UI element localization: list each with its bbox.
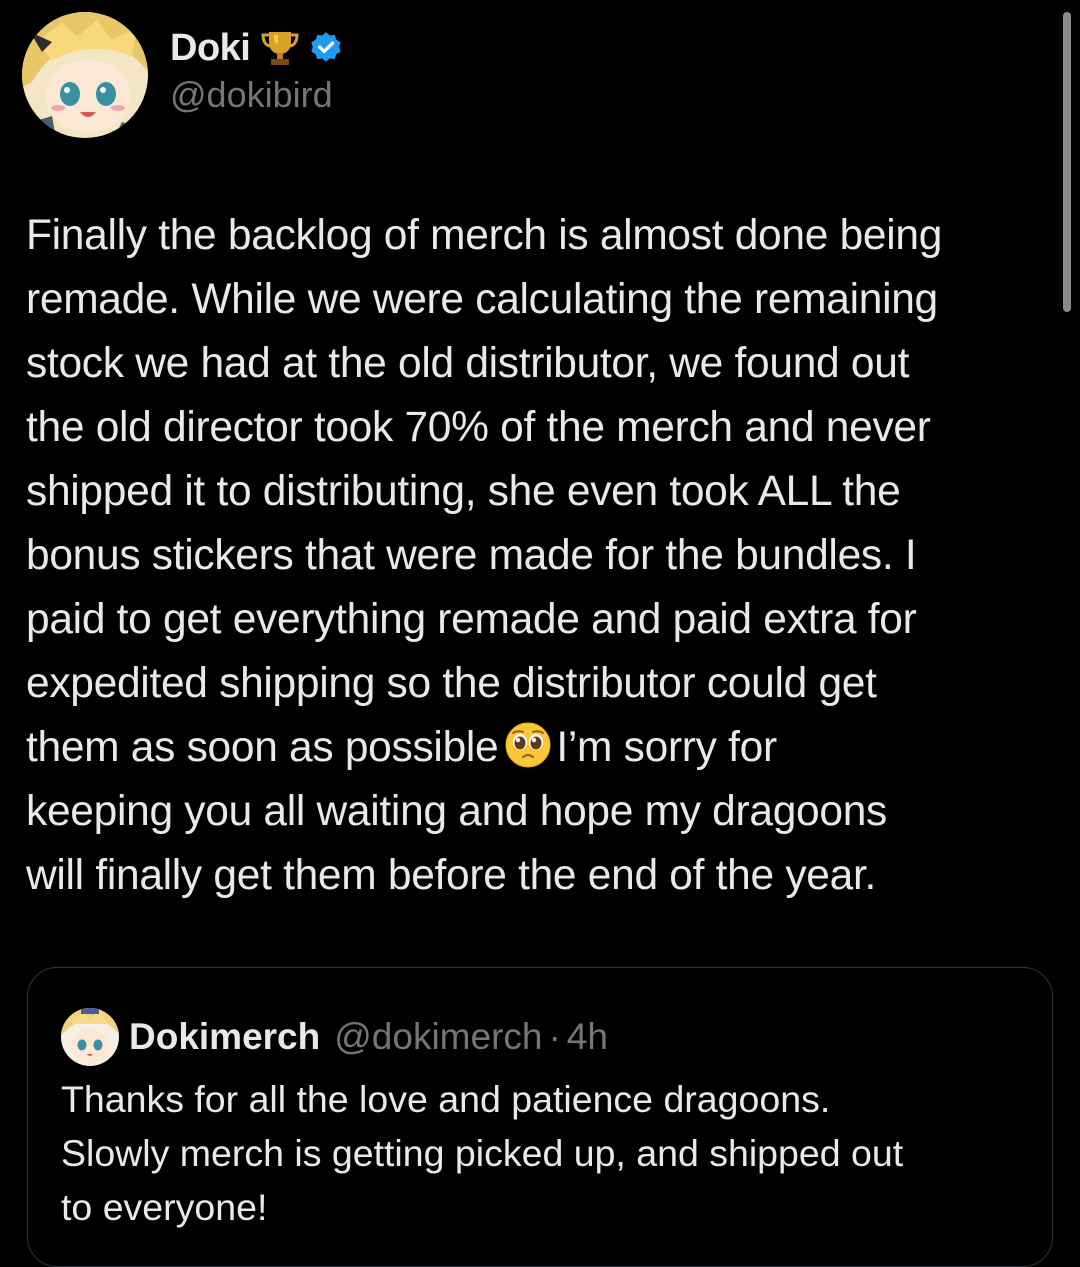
- scrollbar-thumb[interactable]: [1063, 12, 1071, 312]
- tweet-line: bonus stickers that were made for the bu…: [26, 532, 917, 579]
- tweet-text: Finally the backlog of merch is almost d…: [26, 204, 1066, 908]
- quote-author-avatar[interactable]: [61, 1008, 119, 1066]
- tweet-line-segment: them as soon as possible: [26, 724, 499, 771]
- quote-line: Slowly merch is getting picked up, and s…: [61, 1132, 904, 1174]
- quote-line: to everyone!: [61, 1186, 268, 1228]
- quote-timestamp[interactable]: 4h: [567, 1016, 608, 1058]
- tweet: Doki @dokibird Finally the backlog of me…: [0, 0, 1080, 1267]
- tweet-line: remade. While we were calculating the re…: [26, 276, 938, 323]
- tweet-line: expedited shipping so the distributor co…: [26, 660, 877, 707]
- name-row: Doki: [170, 26, 344, 70]
- quote-author-display-name[interactable]: Dokimerch: [129, 1016, 320, 1058]
- author-names: Doki @dokibird: [170, 26, 344, 116]
- tweet-line-with-emoji: them as soon as possible I’m sorry for: [26, 716, 1066, 780]
- author-display-name[interactable]: Doki: [170, 27, 251, 70]
- tweet-line: the old director took 70% of the merch a…: [26, 404, 931, 451]
- quote-tweet-card[interactable]: Dokimerch @dokimerch · 4h Thanks for all…: [27, 967, 1053, 1267]
- tweet-line: will finally get them before the end of …: [26, 852, 876, 899]
- trophy-icon: [260, 28, 300, 68]
- quote-header: Dokimerch @dokimerch · 4h: [61, 1008, 608, 1066]
- tweet-line: keeping you all waiting and hope my drag…: [26, 788, 887, 835]
- tweet-header: Doki @dokibird: [22, 12, 344, 138]
- author-handle[interactable]: @dokibird: [170, 74, 344, 116]
- pleading-face-emoji: [504, 721, 552, 769]
- quote-text: Thanks for all the love and patience dra…: [61, 1072, 1041, 1234]
- tweet-line-segment: I’m sorry for: [556, 724, 777, 771]
- verified-icon: [308, 30, 344, 66]
- tweet-line: Finally the backlog of merch is almost d…: [26, 212, 943, 259]
- author-avatar[interactable]: [22, 12, 148, 138]
- tweet-line: paid to get everything remade and paid e…: [26, 596, 917, 643]
- quote-line: Thanks for all the love and patience dra…: [61, 1078, 831, 1120]
- quote-author-handle[interactable]: @dokimerch: [334, 1016, 542, 1058]
- tweet-line: shipped it to distributing, she even too…: [26, 468, 901, 515]
- quote-separator: ·: [548, 1016, 561, 1057]
- tweet-line: stock we had at the old distributor, we …: [26, 340, 910, 387]
